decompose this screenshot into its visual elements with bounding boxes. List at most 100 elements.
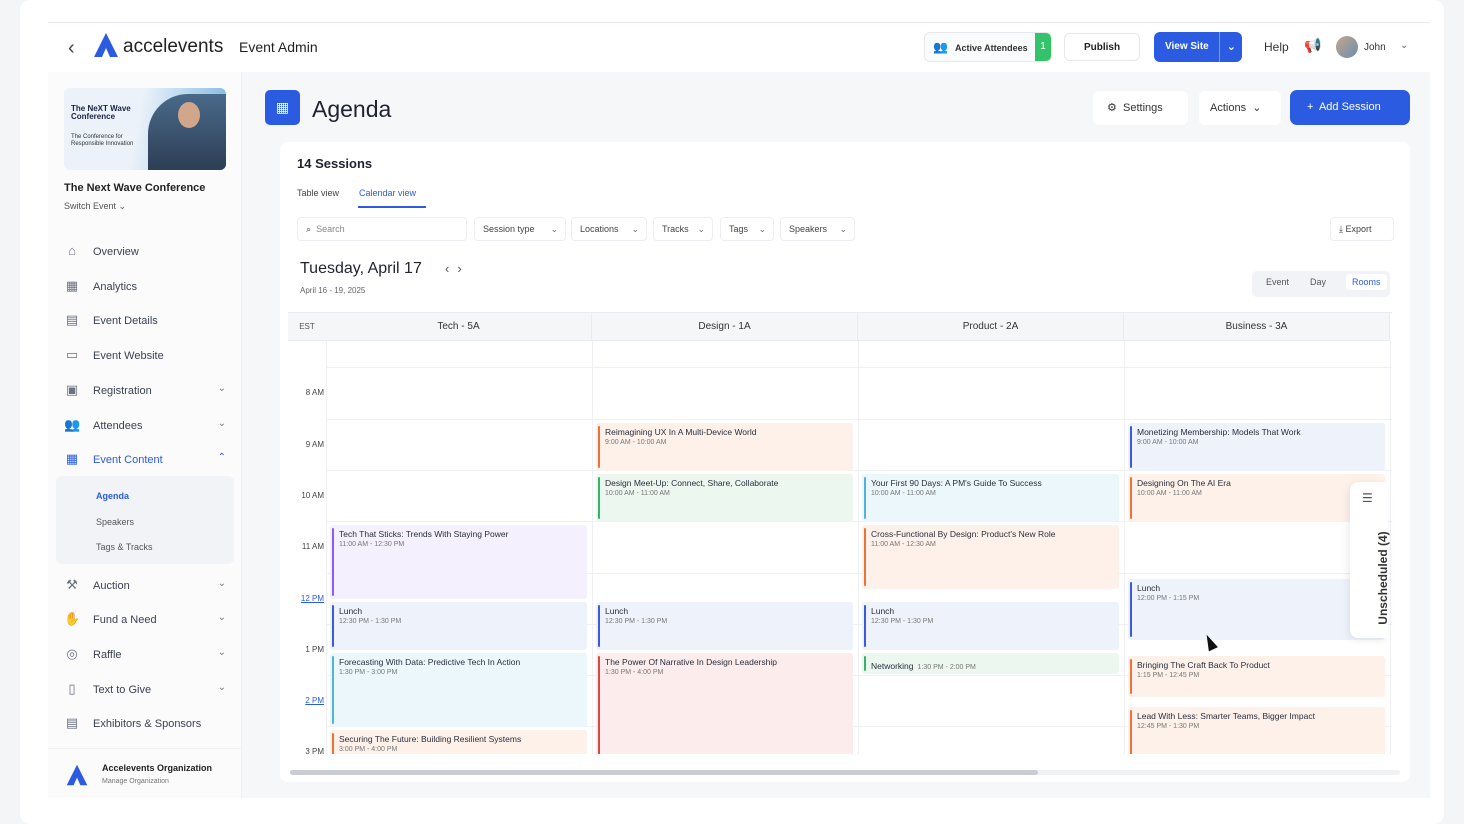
session-event[interactable]: Forecasting With Data: Predictive Tech I…: [330, 653, 587, 728]
chevron-down-icon[interactable]: ⌄: [218, 612, 226, 623]
active-attendees-button[interactable]: 👥 Active Attendees 1: [924, 32, 1052, 62]
sidebar-item-analytics[interactable]: ▦ Analytics: [64, 273, 226, 301]
session-color-bar: [1130, 710, 1132, 754]
view-mode-switch: Event Day Rooms: [1252, 271, 1390, 297]
export-button[interactable]: ⤓ Export: [1330, 217, 1394, 241]
room-header: Tech - 5A: [326, 313, 592, 341]
session-color-bar: [332, 605, 334, 648]
time-label: 1 PM: [305, 644, 324, 654]
session-event[interactable]: Lunch 12:30 PM - 1:30 PM: [596, 602, 853, 651]
chevron-right-icon[interactable]: ›: [457, 261, 469, 276]
session-event[interactable]: Cross-Functional By Design: Product's Ne…: [862, 525, 1119, 589]
chevron-up-icon[interactable]: ⌃: [218, 452, 226, 463]
column-divider: [858, 341, 859, 754]
view-site-button[interactable]: View Site ⌄: [1154, 32, 1242, 62]
raffle-icon: ◎: [66, 646, 78, 661]
date-nav[interactable]: ‹›: [445, 261, 470, 276]
session-color-bar: [864, 656, 866, 671]
tab-calendar-view[interactable]: Calendar view: [359, 188, 416, 198]
session-title: Tech That Sticks: Trends With Staying Po…: [339, 529, 509, 540]
filter-tracks[interactable]: Tracks ⌄: [653, 217, 713, 241]
back-arrow-icon[interactable]: ‹: [68, 37, 75, 60]
session-color-bar: [598, 605, 600, 648]
view-rooms[interactable]: Rooms: [1346, 274, 1387, 290]
session-event[interactable]: Monetizing Membership: Models That Work 9…: [1128, 422, 1385, 471]
sidebar-item-overview[interactable]: ⌂ Overview: [64, 238, 226, 266]
session-event[interactable]: Lunch 12:30 PM - 1:30 PM: [862, 602, 1119, 651]
current-date: Tuesday, April 17: [300, 260, 422, 277]
sidebar-subitem-tags-tracks[interactable]: Tags & Tracks: [96, 542, 153, 552]
time-label: 9 AM: [305, 439, 324, 449]
megaphone-icon[interactable]: 📢: [1304, 37, 1321, 54]
scrollbar-thumb[interactable]: [290, 770, 1038, 775]
session-event[interactable]: Tech That Sticks: Trends With Staying Po…: [330, 525, 587, 600]
actions-button[interactable]: Actions ⌄: [1199, 91, 1281, 125]
session-time: 12:30 PM - 1:30 PM: [605, 618, 668, 626]
session-time: 10:00 AM - 11:00 AM: [605, 489, 670, 497]
chevron-down-icon[interactable]: ⌄: [218, 647, 226, 658]
session-time: 1:15 PM - 12:45 PM: [1137, 672, 1200, 679]
unscheduled-panel-toggle[interactable]: ☰ Unscheduled (4): [1350, 482, 1390, 638]
sidebar-item-raffle[interactable]: ◎ Raffle ⌄: [64, 641, 226, 669]
help-link[interactable]: Help: [1264, 40, 1289, 54]
sidebar-item-auction[interactable]: ⚒ Auction ⌄: [64, 572, 226, 600]
search-input[interactable]: ⌕ Search: [297, 217, 467, 241]
chevron-down-icon[interactable]: ⌄: [218, 418, 226, 429]
chevron-down-icon[interactable]: ⌄: [218, 383, 226, 394]
session-event[interactable]: Lead With Less: Smarter Teams, Bigger Im…: [1128, 707, 1385, 754]
session-event[interactable]: Lunch 12:00 PM - 1:15 PM: [1128, 579, 1385, 641]
chevron-down-icon: ⌄: [697, 224, 705, 234]
session-event[interactable]: The Power Of Narrative In Design Leaders…: [596, 653, 853, 754]
chevron-down-icon[interactable]: ⌄: [1218, 32, 1236, 62]
session-event[interactable]: Bringing The Craft Back To Product 1:15 P…: [1128, 656, 1385, 697]
room-header: Product - 2A: [858, 313, 1124, 341]
time-label: 11 AM: [301, 542, 324, 552]
session-title: The Power Of Narrative In Design Leaders…: [605, 657, 777, 668]
session-event[interactable]: Lunch 12:30 PM - 1:30 PM: [330, 602, 587, 651]
session-event[interactable]: Networking 1:30 PM - 2:00 PM: [862, 653, 1119, 674]
sidebar-item-event-content[interactable]: ▦ Event Content ⌃: [64, 446, 226, 474]
session-event[interactable]: Design Meet-Up: Connect, Share, Collabor…: [596, 473, 853, 523]
add-session-button[interactable]: + Add Session: [1290, 90, 1410, 125]
filter-locations[interactable]: Locations ⌄: [571, 217, 647, 241]
accelevents-logo-icon: [66, 764, 88, 786]
sidebar-item-registration[interactable]: ▣ Registration ⌄: [64, 377, 226, 405]
tab-table-view[interactable]: Table view: [297, 188, 339, 198]
sidebar-item-event-details[interactable]: ▤ Event Details: [64, 307, 226, 335]
settings-button[interactable]: ⚙ Settings: [1093, 91, 1188, 125]
chevron-left-icon[interactable]: ‹: [445, 261, 457, 276]
session-color-bar: [1130, 659, 1132, 694]
sidebar-subitem-speakers[interactable]: Speakers: [96, 517, 134, 527]
sidebar-item-fund-a-need[interactable]: ✋ Fund a Need ⌄: [64, 606, 226, 634]
session-event[interactable]: Reimagining UX In A Multi-Device World 9:…: [596, 422, 853, 471]
organization-switcher[interactable]: Accelevents Organization Manage Organiza…: [48, 748, 242, 798]
user-name[interactable]: John: [1364, 42, 1386, 53]
publish-button[interactable]: Publish: [1064, 33, 1140, 61]
chevron-down-icon[interactable]: ⌄: [1400, 40, 1408, 51]
filter-tags[interactable]: Tags ⌄: [720, 217, 774, 241]
hand-coin-icon: ✋: [64, 611, 81, 626]
session-event[interactable]: Securing The Future: Building Resilient …: [330, 730, 587, 754]
view-day[interactable]: Day: [1310, 277, 1326, 287]
session-event[interactable]: Designing On The AI Era 10:00 AM - 11:00 …: [1128, 473, 1385, 523]
session-event[interactable]: Your First 90 Days: A PM's Guide To Succ…: [862, 473, 1119, 523]
view-event[interactable]: Event: [1266, 277, 1289, 287]
filter-speakers[interactable]: Speakers ⌄: [780, 217, 855, 241]
sidebar-item-event-website[interactable]: ▭ Event Website: [64, 342, 226, 370]
accelevents-logo-icon[interactable]: [92, 31, 120, 59]
avatar[interactable]: [1336, 36, 1358, 58]
manage-organization-link[interactable]: Manage Organization: [102, 778, 169, 785]
active-attendees-label: Active Attendees: [955, 43, 1028, 53]
horizontal-scrollbar[interactable]: [290, 770, 1400, 775]
switch-event-button[interactable]: Switch Event ⌄: [64, 201, 126, 212]
chevron-down-icon[interactable]: ⌄: [218, 578, 226, 589]
session-time: 12:30 PM - 1:30 PM: [871, 618, 934, 626]
sidebar-item-text-to-give[interactable]: ▯ Text to Give ⌄: [64, 676, 226, 704]
sidebar-subitem-agenda[interactable]: Agenda: [96, 491, 129, 501]
sidebar-item-exhibitors-sponsors[interactable]: ▤ Exhibitors & Sponsors: [64, 710, 226, 738]
session-title: Lunch: [605, 606, 629, 617]
download-icon: ⤓: [1339, 224, 1343, 234]
sidebar-item-attendees[interactable]: 👥 Attendees ⌄: [64, 412, 226, 440]
filter-session-type[interactable]: Session type ⌄: [474, 217, 566, 241]
chevron-down-icon[interactable]: ⌄: [218, 682, 226, 693]
